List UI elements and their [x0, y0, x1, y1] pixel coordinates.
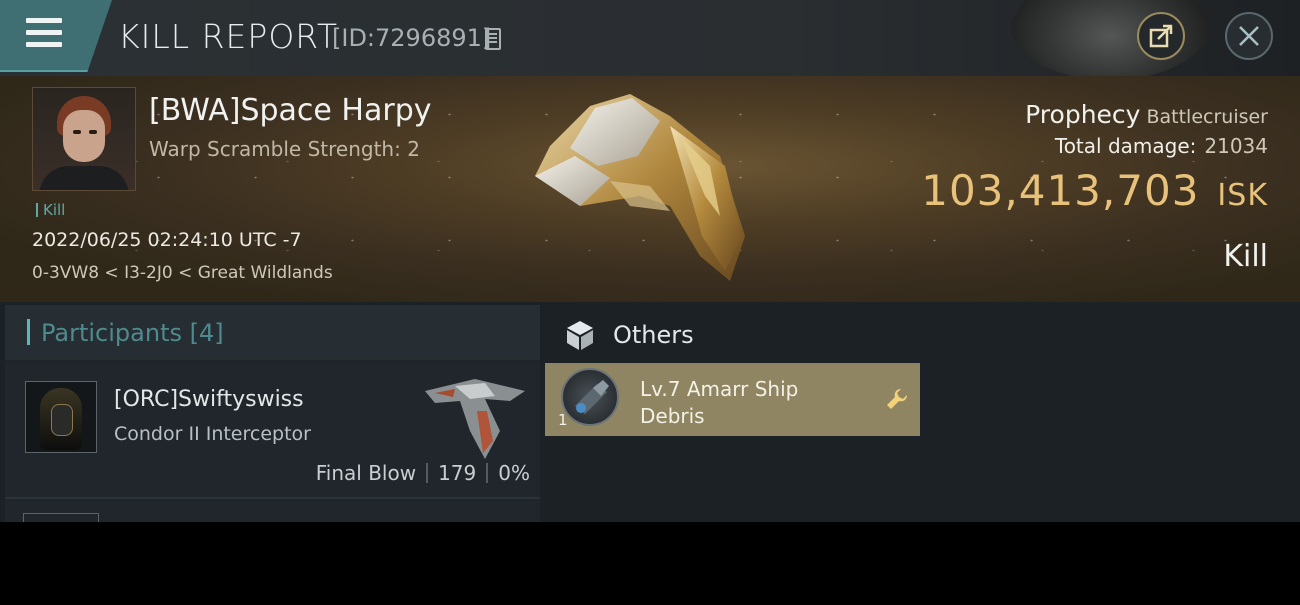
participant-name[interactable]: [ORC]Swiftyswiss [114, 387, 304, 412]
total-damage-label: Total damage: [1054, 134, 1197, 158]
others-title: Others [613, 321, 694, 349]
total-damage-value: 21034 [1204, 134, 1268, 158]
header-marker [27, 319, 30, 345]
menu-icon-bar [26, 30, 62, 35]
victim-portrait[interactable] [32, 87, 136, 191]
participant-row[interactable]: [ORC]Swiftyswiss Condor II Interceptor F… [5, 363, 540, 499]
share-icon [1149, 24, 1173, 48]
letterbox-bar [0, 522, 1300, 605]
warp-scramble-strength: Warp Scramble Strength: 2 [149, 137, 420, 161]
avatar[interactable] [23, 513, 99, 522]
victim-panel: [BWA]Space Harpy Warp Scramble Strength:… [0, 76, 1300, 302]
participants-header[interactable]: Participants [4] [5, 305, 540, 360]
close-icon [1239, 26, 1259, 46]
ship-class: Battlecruiser [1146, 106, 1268, 128]
portrait-eye [73, 130, 81, 134]
menu-button[interactable] [0, 0, 112, 72]
participants-panel: Participants [4] [ORC]Swiftyswiss Condor… [5, 305, 540, 522]
total-damage: Total damage: 21034 [1055, 134, 1268, 158]
report-id: [ID:7296891] [332, 24, 492, 52]
final-blow-label: Final Blow [315, 461, 417, 485]
kill-timestamp: 2022/06/25 02:24:10 UTC -7 [32, 229, 302, 251]
close-button[interactable] [1225, 12, 1273, 60]
damage-value: 179 [438, 461, 477, 485]
victim-name[interactable]: [BWA]Space Harpy [149, 93, 432, 128]
damage-percent: 0% [498, 461, 530, 485]
cube-icon [567, 321, 593, 350]
item-name: Lv.7 Amarr Ship Debris [640, 377, 799, 428]
participant-stats: Final Blow 179 0% [316, 461, 530, 485]
kill-report-screen: KILL REPORT [ID:7296891] [BWA]Space Harp… [0, 0, 1300, 522]
page-title: KILL REPORT [118, 17, 338, 56]
participant-ship-image [425, 379, 525, 459]
item-quantity: 1 [558, 411, 568, 429]
portrait-eye [89, 130, 97, 134]
dropped-item[interactable]: 1 Lv.7 Amarr Ship Debris [545, 363, 920, 436]
victim-ship-image[interactable] [520, 86, 760, 291]
ship-type: Prophecy Battlecruiser [1025, 100, 1268, 129]
portrait-face [63, 110, 105, 162]
isk-value: 103,413,703 ISK [921, 166, 1268, 215]
divider [426, 463, 429, 483]
avatar[interactable] [25, 381, 97, 453]
wrench-icon[interactable] [885, 387, 909, 411]
top-bar: KILL REPORT [ID:7296891] [0, 0, 1300, 80]
item-icon [561, 368, 619, 426]
share-button[interactable] [1137, 12, 1185, 60]
debris-icon [575, 380, 609, 414]
participants-title: Participants [4] [41, 319, 224, 347]
kill-location[interactable]: 0-3VW8 < I3-2J0 < Great Wildlands [32, 263, 333, 283]
menu-icon-bar [26, 42, 62, 47]
copy-icon[interactable] [485, 28, 501, 50]
divider [486, 463, 489, 483]
avatar-mask [51, 404, 73, 436]
participant-row[interactable] [5, 501, 540, 522]
menu-icon [26, 18, 62, 23]
ship-name[interactable]: Prophecy [1025, 100, 1140, 129]
isk-unit: ISK [1217, 178, 1268, 213]
portrait-body [39, 166, 129, 190]
kill-result: Kill [1223, 239, 1268, 274]
isk-amount: 103,413,703 [921, 166, 1200, 215]
participant-ship: Condor II Interceptor [114, 423, 311, 445]
kill-tag: Kill [36, 201, 65, 219]
